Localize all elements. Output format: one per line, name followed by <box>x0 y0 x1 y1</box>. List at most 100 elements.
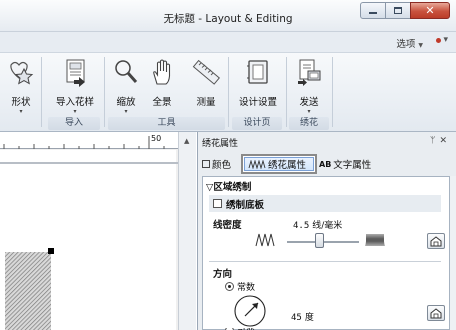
high-density-icon <box>365 233 385 247</box>
selection-handle[interactable] <box>48 248 54 254</box>
design-page-icon <box>247 60 268 84</box>
import-pattern-button[interactable]: 导入花样 ▾ <box>50 55 100 117</box>
dropdown-icon: ▾ <box>443 35 448 45</box>
house-icon <box>430 235 442 246</box>
group-separator <box>228 57 229 127</box>
send-icon <box>298 59 321 86</box>
window-controls: ✕ <box>360 2 450 19</box>
design-canvas-area: 50 ▲ <box>0 132 196 330</box>
embroidery-stitch-area[interactable] <box>5 252 51 330</box>
shape-icon <box>10 61 34 85</box>
pan-all-button[interactable]: 全景 <box>146 55 178 117</box>
import-pattern-label: 导入花样 <box>55 97 94 108</box>
density-unit: 线/毫米 <box>312 221 343 231</box>
ribbon: 形状 ▾ 导入花样 ▾ 缩放 ▾ 全景 测量 设计设置 发送 ▾ 导入 工具 设… <box>0 52 456 132</box>
density-value-display: 4.5 线/毫米 <box>293 218 342 231</box>
panel-close-icon[interactable]: ✕ <box>439 136 451 146</box>
canvas-vertical-scrollbar[interactable]: ▲ <box>178 132 196 330</box>
panel-title: 绣花属性 <box>202 139 239 149</box>
zoom-button[interactable]: 缩放 ▾ <box>110 55 142 117</box>
panel-scrollbar[interactable] <box>450 176 456 330</box>
tab-color-label: 颜色 <box>212 160 232 171</box>
embroidery-properties-panel: 绣花属性 ᛘ✕ 颜色 绣花属性 AB 文字属性 ▽区域绣制 绣制底板 线密度 4… <box>197 132 456 330</box>
group-separator <box>41 57 42 127</box>
title-bar: 无标题 - Layout & Editing ✕ <box>0 0 456 32</box>
help-button[interactable]: ▾ <box>436 35 448 45</box>
density-slider-thumb[interactable] <box>315 233 324 248</box>
ruler-icon <box>192 59 221 85</box>
house-icon <box>430 307 442 318</box>
tab-embroidery-label: 绣花属性 <box>268 160 307 171</box>
direction-apply-button[interactable] <box>427 305 445 321</box>
shape-button[interactable]: 形状 ▾ <box>4 55 38 117</box>
send-button[interactable]: 发送 ▾ <box>292 55 326 117</box>
group-label-embroidery: 绣花 <box>289 117 329 130</box>
ruler-number: 50 <box>151 134 162 143</box>
section-header-area-embroidery[interactable]: ▽区域绣制 <box>206 179 446 193</box>
color-square-icon <box>202 160 210 168</box>
hand-icon <box>153 59 171 85</box>
divider <box>209 261 441 262</box>
direction-constant-radio[interactable]: 常数 <box>225 280 255 293</box>
send-dropdown-icon: ▾ <box>307 108 311 115</box>
measure-label: 测量 <box>196 97 216 108</box>
import-pattern-icon <box>66 59 85 87</box>
options-menu[interactable]: 选项 ▼ <box>396 36 423 50</box>
group-separator <box>104 57 105 127</box>
tab-embroidery-properties[interactable]: 绣花属性 <box>241 154 317 174</box>
panel-controls: ᛘ✕ <box>430 136 451 146</box>
tab-text-properties[interactable]: AB 文字属性 <box>319 154 399 174</box>
density-label: 线密度 <box>213 220 242 231</box>
scroll-up-arrow-icon[interactable]: ▲ <box>184 137 189 145</box>
low-density-icon <box>255 233 275 247</box>
magnifier-icon <box>115 60 138 83</box>
radio-selected-icon <box>225 282 234 291</box>
panel-title-bar: 绣花属性 ᛘ✕ <box>198 136 456 150</box>
minimize-icon <box>369 12 377 14</box>
measure-button[interactable]: 测量 <box>190 55 222 117</box>
stitch-fill <box>5 252 51 330</box>
direction-label: 方向 <box>213 269 233 280</box>
help-person-icon <box>436 37 442 43</box>
options-row: 选项 ▼ ▾ <box>0 32 456 52</box>
close-button[interactable]: ✕ <box>410 2 450 19</box>
section-title: 区域绣制 <box>213 182 252 193</box>
page-top-edge <box>0 162 178 164</box>
zoom-dropdown-icon: ▾ <box>124 108 128 115</box>
backing-label: 绣制底板 <box>226 199 265 211</box>
chevron-down-icon: ▼ <box>418 42 423 49</box>
stitch-pattern-icon <box>248 159 266 169</box>
group-label-design-page: 设计页 <box>232 117 282 130</box>
import-pattern-dropdown-icon: ▾ <box>73 108 77 115</box>
group-separator <box>286 57 287 127</box>
send-label: 发送 <box>299 97 319 108</box>
backing-row[interactable]: 绣制底板 <box>209 195 441 212</box>
minimize-button[interactable] <box>360 2 386 19</box>
angle-dial[interactable] <box>233 294 267 328</box>
maximize-icon <box>394 7 402 14</box>
group-separator <box>332 57 333 127</box>
tab-color[interactable]: 颜色 <box>202 154 238 174</box>
shape-dropdown-icon: ▾ <box>19 108 23 115</box>
close-icon: ✕ <box>425 4 435 17</box>
backing-checkbox[interactable] <box>213 199 222 208</box>
density-value: 4.5 <box>293 221 310 231</box>
group-label-import: 导入 <box>48 117 100 130</box>
maximize-button[interactable] <box>385 2 411 19</box>
angle-value: 45 <box>291 313 302 323</box>
constant-label: 常数 <box>237 283 256 293</box>
angle-value-display: 45 度 <box>291 310 314 323</box>
angle-unit: 度 <box>304 313 314 323</box>
zoom-label: 缩放 <box>116 97 136 108</box>
design-settings-label: 设计设置 <box>238 97 277 108</box>
text-ab-icon: AB <box>319 159 332 169</box>
horizontal-ruler: 50 <box>0 132 178 149</box>
panel-body: ▽区域绣制 绣制底板 线密度 4.5 线/毫米 方向 常数 45 度 <box>202 176 450 330</box>
tab-text-label: 文字属性 <box>333 160 372 171</box>
shape-label: 形状 <box>11 97 31 108</box>
design-settings-button[interactable]: 设计设置 <box>234 55 282 117</box>
group-label-tools: 工具 <box>108 117 225 130</box>
options-label: 选项 <box>396 39 416 50</box>
pan-all-label: 全景 <box>152 97 172 108</box>
density-apply-button[interactable] <box>427 233 445 249</box>
